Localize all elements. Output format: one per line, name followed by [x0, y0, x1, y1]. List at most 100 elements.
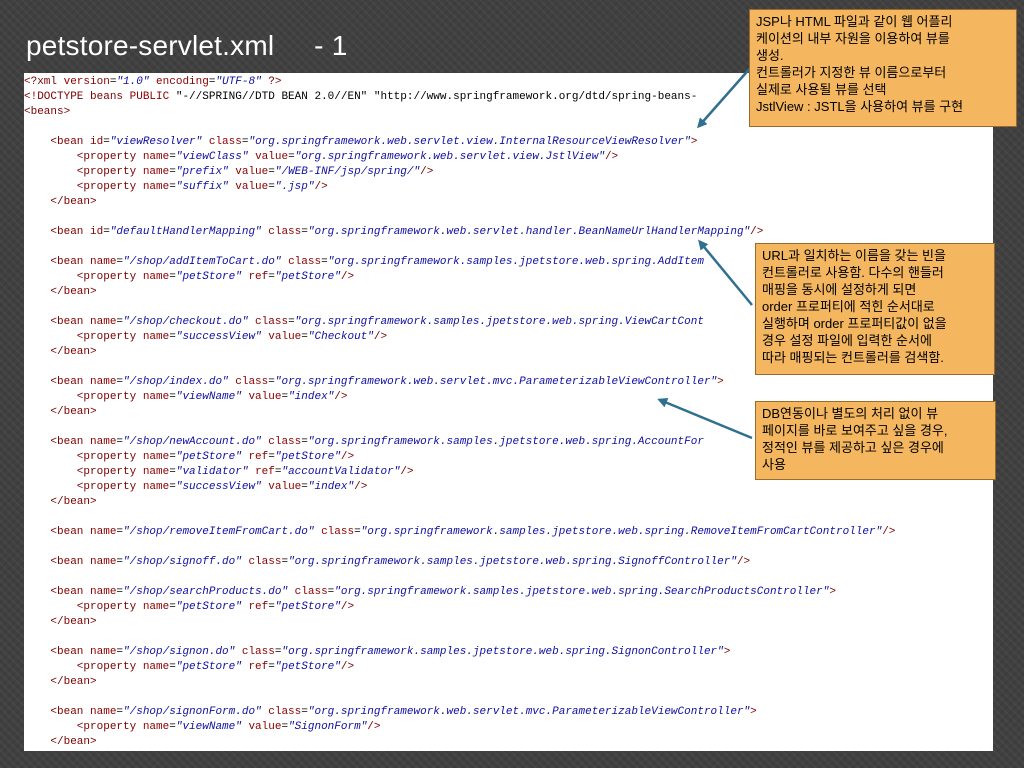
- code-token: "org.springframework.web.servlet.mvc.Par…: [307, 706, 751, 718]
- callout-view-resolver: JSP나 HTML 파일과 같이 웹 어플리 케이션의 내부 자원을 이용하여 …: [749, 9, 1017, 127]
- code-token: class: [248, 316, 289, 328]
- slide-title: petstore-servlet.xml - 1: [26, 30, 348, 61]
- code-token: >: [750, 706, 757, 718]
- code-token: ?>: [261, 76, 282, 88]
- code-token: />: [373, 331, 388, 343]
- code-token: =: [169, 466, 176, 478]
- callout-handler-mapping: URL과 일치하는 이름을 갖는 빈을 컨트롤러로 사용함. 다수의 핸들러 매…: [755, 243, 995, 375]
- code-token: =: [169, 721, 176, 733]
- code-line: <property name="petStore" ref="petStore"…: [24, 270, 354, 285]
- code-token: name: [142, 466, 170, 478]
- code-token: =: [169, 451, 176, 463]
- code-token: "/shop/addItemToCart.do": [123, 256, 282, 268]
- code-token: =: [301, 331, 308, 343]
- code-token: =: [169, 601, 176, 613]
- code-token: />: [604, 151, 619, 163]
- code-line: <bean name="/shop/searchProducts.do" cla…: [24, 585, 836, 600]
- code-token: name: [142, 661, 170, 673]
- code-token: "org.springframework.web.servlet.mvc.Par…: [274, 376, 718, 388]
- code-token: "Checkout": [307, 331, 374, 343]
- code-token: name: [90, 526, 117, 538]
- code-token: value: [241, 721, 282, 733]
- code-token: "org.springframework.samples.jpetstore.w…: [294, 316, 704, 328]
- code-token: =: [169, 271, 176, 283]
- code-line: <?xml version="1.0" encoding="UTF-8" ?>: [24, 75, 282, 90]
- code-token: "prefix": [175, 166, 229, 178]
- code-token: "viewName": [175, 721, 242, 733]
- code-token: name: [90, 436, 117, 448]
- code-token: />: [340, 661, 355, 673]
- code-token: </bean>: [24, 496, 97, 508]
- code-token: "petStore": [175, 271, 242, 283]
- code-token: </bean>: [24, 616, 97, 628]
- code-token: "org.springframework.samples.jpetstore.w…: [327, 256, 704, 268]
- code-token: <property: [24, 481, 143, 493]
- code-token: <property: [24, 181, 143, 193]
- code-token: <bean: [24, 556, 91, 568]
- code-line: <bean name="/shop/signonForm.do" class="…: [24, 705, 757, 720]
- code-token: </bean>: [24, 346, 97, 358]
- code-line: <bean id="defaultHandlerMapping" class="…: [24, 225, 763, 240]
- code-token: "/shop/signonForm.do": [123, 706, 262, 718]
- code-token: "UTF-8": [215, 76, 262, 88]
- code-line: <property name="petStore" ref="petStore"…: [24, 600, 354, 615]
- code-line: <bean name="/shop/newAccount.do" class="…: [24, 435, 704, 450]
- code-token: "org.springframework.samples.jpetstore.w…: [281, 646, 724, 658]
- code-line: <property name="petStore" ref="petStore"…: [24, 450, 354, 465]
- code-token: name: [142, 601, 170, 613]
- code-token: =: [301, 226, 308, 238]
- code-token: name: [142, 331, 170, 343]
- code-line: <property name="viewName" value="index"/…: [24, 390, 348, 405]
- code-token: <bean: [24, 586, 91, 598]
- code-token: =: [103, 226, 110, 238]
- code-token: "viewName": [175, 391, 242, 403]
- code-token: "viewResolver": [109, 136, 203, 148]
- code-token: name: [90, 586, 117, 598]
- code-token: <bean: [24, 436, 91, 448]
- code-token: encoding: [149, 76, 209, 88]
- code-token: name: [142, 391, 170, 403]
- code-token: />: [334, 391, 348, 403]
- code-token: <property: [24, 391, 143, 403]
- code-token: "petStore": [274, 271, 341, 283]
- code-token: "petStore": [274, 601, 341, 613]
- code-token: <bean: [24, 526, 91, 538]
- code-token: <beans>: [24, 106, 71, 118]
- code-token: =: [169, 331, 176, 343]
- code-token: =: [288, 151, 295, 163]
- code-token: class: [314, 526, 355, 538]
- code-token: =: [268, 661, 275, 673]
- callout-parameterizable-view: DB연동이나 별도의 처리 없이 뷰 페이지를 바로 보여주고 싶을 경우, 정…: [755, 401, 996, 480]
- code-token: >: [829, 586, 836, 598]
- code-token: ref: [248, 466, 275, 478]
- code-token: value: [228, 181, 269, 193]
- code-line: </bean>: [24, 675, 96, 690]
- code-token: =: [301, 706, 308, 718]
- code-token: "org.springframework.web.servlet.view.Js…: [294, 151, 605, 163]
- code-token: "1.0": [116, 76, 150, 88]
- code-token: value: [248, 151, 289, 163]
- code-token: />: [367, 721, 381, 733]
- code-token: "petStore": [175, 661, 242, 673]
- code-token: PUBLIC: [129, 91, 176, 103]
- code-token: =: [301, 481, 308, 493]
- code-token: "defaultHandlerMapping": [109, 226, 262, 238]
- code-token: <property: [24, 166, 143, 178]
- code-token: <bean: [24, 256, 91, 268]
- code-token: value: [261, 331, 302, 343]
- code-token: value: [241, 391, 282, 403]
- code-token: <property: [24, 271, 143, 283]
- code-token: version: [63, 76, 110, 88]
- code-token: class: [288, 586, 328, 598]
- code-token: class: [281, 256, 322, 268]
- code-token: />: [400, 466, 414, 478]
- code-token: "/shop/removeItemFromCart.do": [123, 526, 315, 538]
- code-token: "/shop/checkout.do": [123, 316, 249, 328]
- code-token: =: [268, 376, 275, 388]
- code-token: =: [169, 661, 176, 673]
- code-token: <bean: [24, 376, 91, 388]
- code-token: >: [690, 136, 698, 148]
- code-line: </bean>: [24, 495, 97, 510]
- code-line: <property name="validator" ref="accountV…: [24, 465, 414, 480]
- code-line: <bean name="/shop/signoff.do" class="org…: [24, 555, 750, 570]
